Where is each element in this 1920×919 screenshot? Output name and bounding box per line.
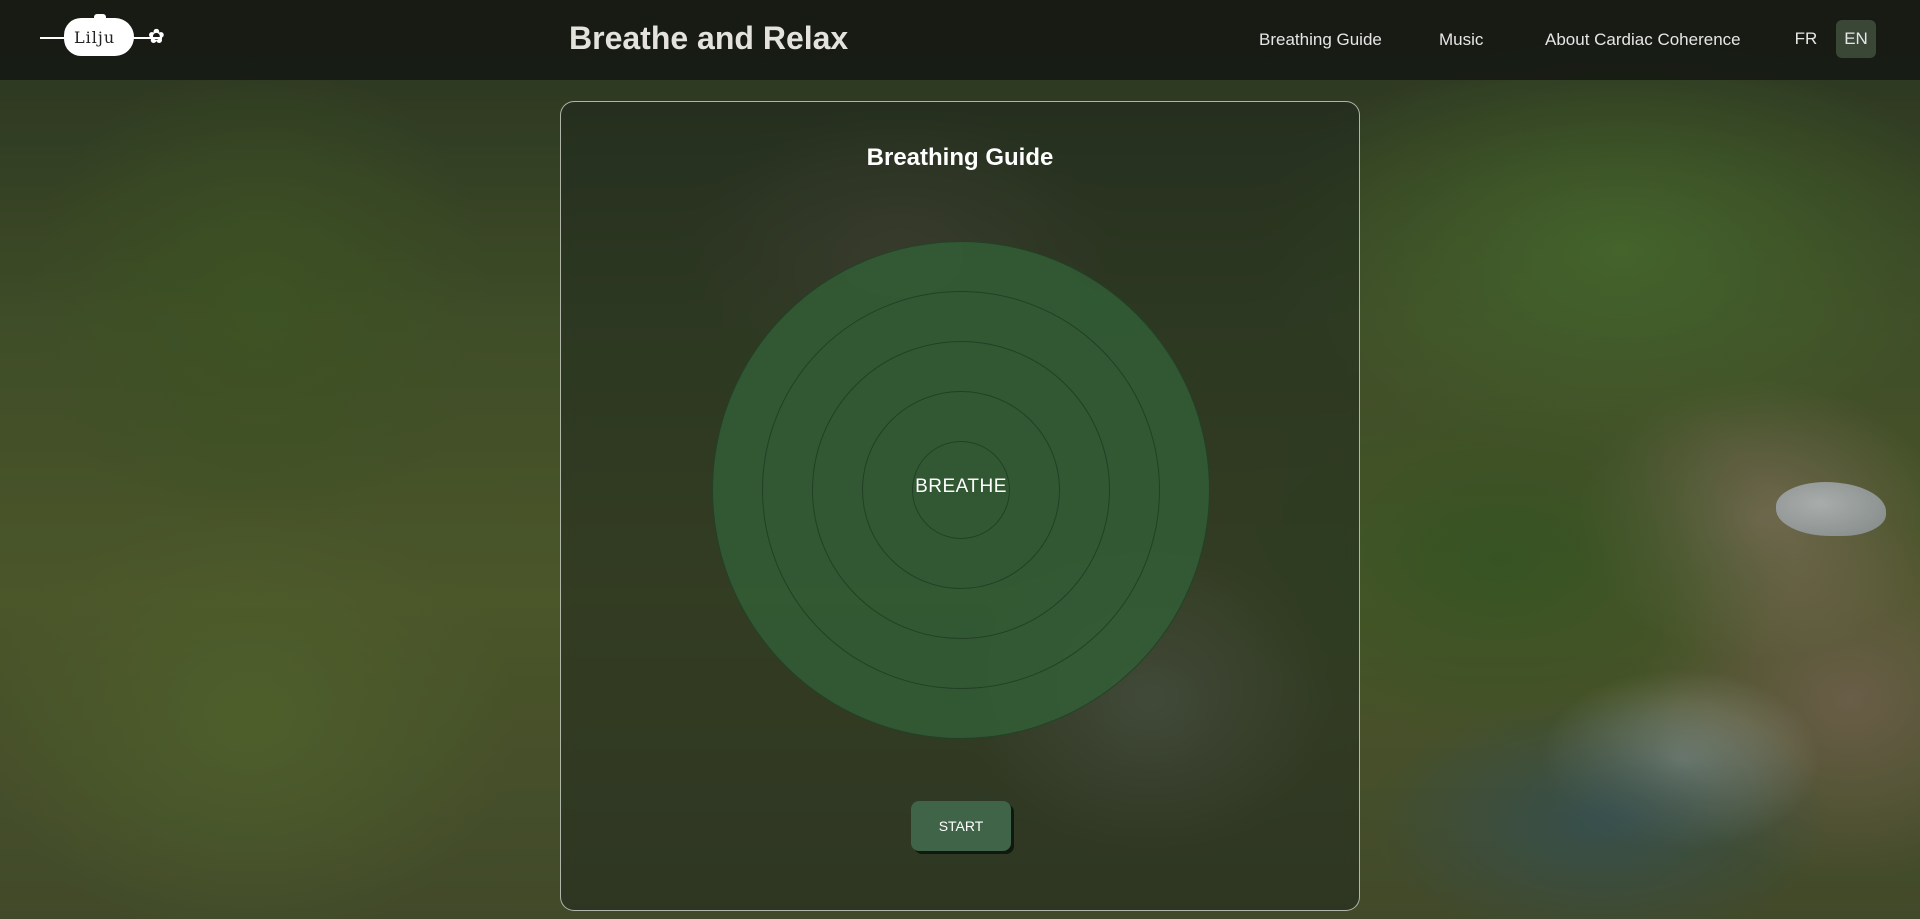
nav-about[interactable]: About Cardiac Coherence [1545, 0, 1741, 80]
nav-link-breathing-guide[interactable]: Breathing Guide [1259, 30, 1382, 50]
nav-breathing-guide[interactable]: Breathing Guide [1259, 0, 1382, 80]
lily-flower-icon: ✿ [148, 26, 165, 48]
background-rock [1776, 482, 1886, 536]
page-title: Breathe and Relax [569, 20, 849, 56]
nav-link-about-cardiac-coherence[interactable]: About Cardiac Coherence [1545, 30, 1741, 50]
start-button[interactable]: START [911, 801, 1011, 851]
breathing-guide-title: Breathing Guide [866, 144, 1054, 171]
top-bar: Lilju ✿ Breathe and Relax Breathing Guid… [0, 0, 1920, 80]
breathing-circle: BREATHE [712, 241, 1210, 739]
language-fr-button[interactable]: FR [1791, 20, 1821, 58]
breathe-instruction: BREATHE [915, 476, 1007, 497]
language-en-button[interactable]: EN [1836, 20, 1876, 58]
logo-text: Lilju [74, 28, 116, 47]
nav-music[interactable]: Music [1439, 0, 1483, 80]
logo[interactable]: Lilju ✿ [40, 14, 170, 60]
nav-link-music[interactable]: Music [1439, 30, 1483, 50]
breathing-guide-panel: Breathing Guide BREATHE START [560, 101, 1360, 911]
